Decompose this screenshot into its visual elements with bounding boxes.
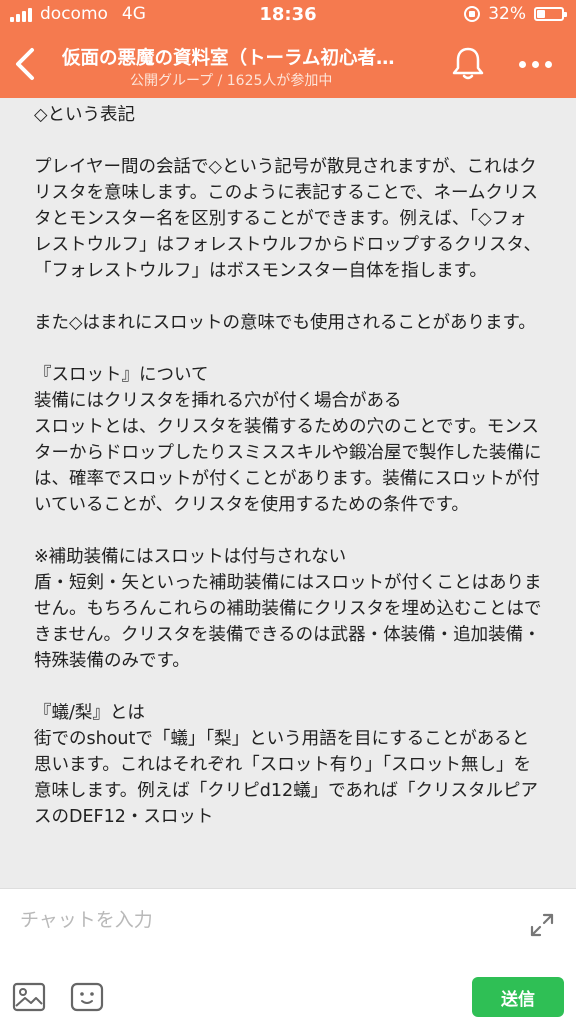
- post-text: ◇という表記プレイヤー間の会話で◇という記号が散見されますが、これはクリスタを意…: [0, 98, 576, 830]
- status-bar: docomo 4G 18:36 32%: [0, 0, 576, 30]
- chat-composer: 送信: [0, 888, 576, 1025]
- battery-percent: 32%: [488, 4, 526, 24]
- post-paragraph: また◇はまれにスロットの意味でも使用されることがあります。: [34, 313, 536, 333]
- sticker-icon[interactable]: [70, 981, 104, 1013]
- chat-input[interactable]: [18, 903, 502, 937]
- post-paragraph: ◇という表記: [34, 105, 135, 125]
- more-dots-icon[interactable]: [515, 54, 555, 74]
- app-header: docomo 4G 18:36 32% 仮面の悪魔の資料室（トーラム初心者… 公…: [0, 0, 576, 98]
- group-title[interactable]: 仮面の悪魔の資料室（トーラム初心者…: [62, 44, 432, 70]
- post-paragraph: プレイヤー間の会話で◇という記号が散見されますが、これはクリスタを意味します。こ…: [34, 157, 541, 281]
- bell-icon[interactable]: [450, 44, 486, 82]
- orientation-lock-icon: [464, 6, 481, 22]
- post-content[interactable]: ◇という表記プレイヤー間の会話で◇という記号が散見されますが、これはクリスタを意…: [0, 98, 576, 888]
- post-paragraph: ※補助装備にはスロットは付与されない 盾・短剣・矢といった補助装備にはスロットが…: [34, 547, 542, 671]
- battery-icon: [534, 7, 567, 21]
- expand-icon[interactable]: [528, 911, 556, 939]
- image-icon[interactable]: [12, 981, 46, 1013]
- back-chevron-icon[interactable]: [10, 44, 40, 84]
- post-paragraph: 『スロット』について 装備にはクリスタを挿れる穴が付く場合がある スロットとは、…: [34, 365, 542, 515]
- group-subtitle: 公開グループ / 1625人が参加中: [130, 73, 333, 89]
- post-paragraph: 『蟻/梨』とは 街でのshoutで「蟻」「梨」という用語を目にすることがあると思…: [34, 703, 538, 827]
- send-button[interactable]: 送信: [472, 977, 564, 1017]
